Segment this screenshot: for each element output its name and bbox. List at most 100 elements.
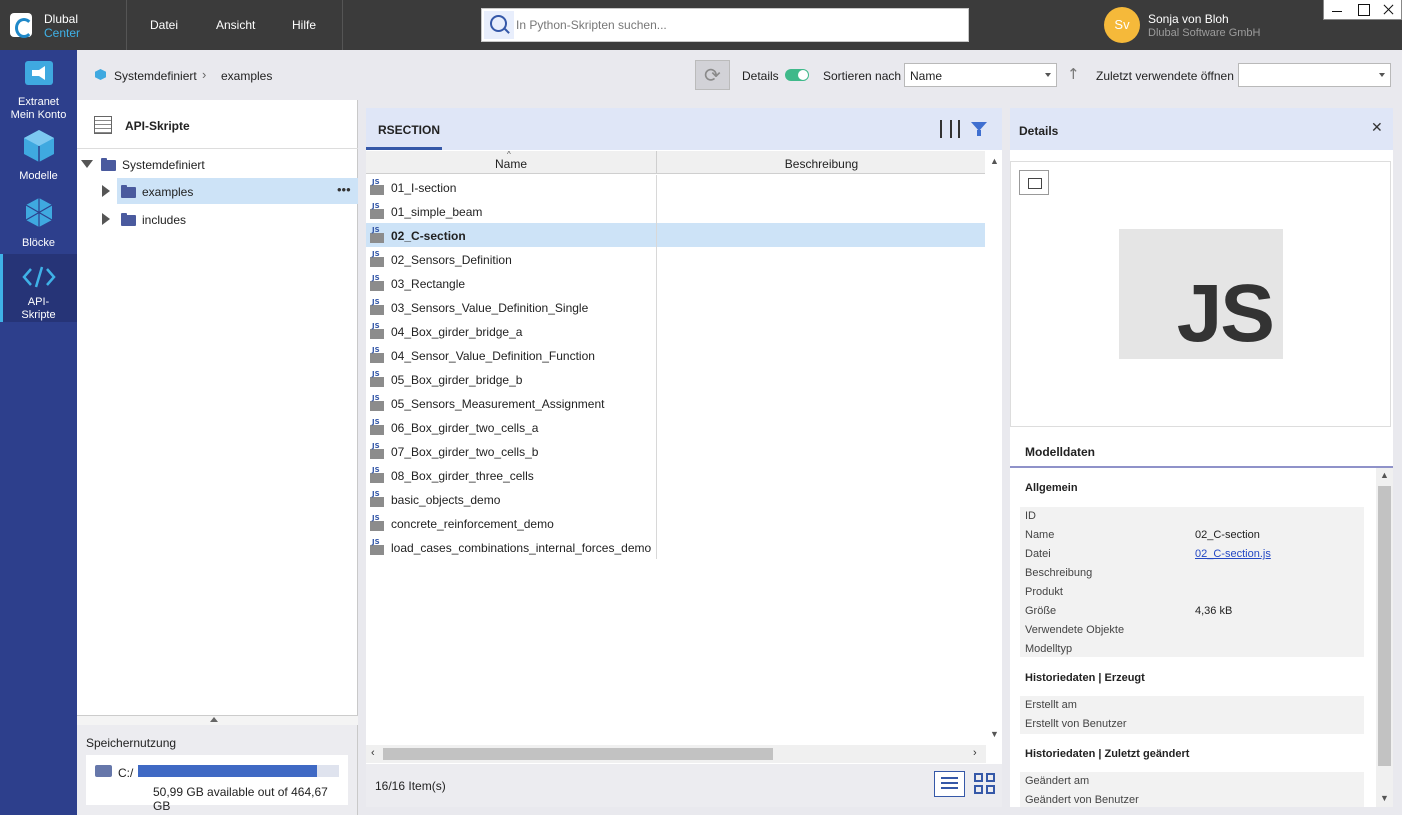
list-view-icon[interactable] <box>934 771 965 797</box>
property-key: Modelltyp <box>1025 643 1073 655</box>
list-item-description <box>656 439 657 463</box>
filter-icon[interactable] <box>971 122 987 136</box>
list-item[interactable]: JS 07_Box_girder_two_cells_b <box>366 439 985 463</box>
app-logo[interactable]: Dlubal Center <box>0 0 127 50</box>
storage-bar-fill <box>138 765 317 777</box>
grid-view-icon[interactable] <box>974 773 996 795</box>
list-item-label: 03_Sensors_Value_Definition_Single <box>391 301 589 315</box>
refresh-button[interactable] <box>695 60 730 90</box>
maximize-button[interactable] <box>1350 0 1376 19</box>
list-item[interactable]: JS 05_Box_girder_bridge_b <box>366 367 985 391</box>
code-icon <box>21 266 56 288</box>
collapse-up-icon[interactable] <box>210 717 218 722</box>
menu-hilfe[interactable]: Hilfe <box>292 18 316 32</box>
panel-splitter[interactable] <box>77 715 358 725</box>
search-input[interactable] <box>516 9 966 41</box>
vertical-scrollbar[interactable]: ▲ ▼ <box>986 151 1002 745</box>
chevron-down-icon <box>1379 73 1385 77</box>
scroll-up-icon[interactable]: ▲ <box>990 156 999 166</box>
horizontal-scrollbar[interactable]: ‹ › <box>366 745 986 763</box>
list-item[interactable]: JS 05_Sensors_Measurement_Assignment <box>366 391 985 415</box>
close-window-button[interactable] <box>1376 0 1402 19</box>
list-item[interactable]: JS 08_Box_girder_three_cells <box>366 463 985 487</box>
column-chooser-icon[interactable] <box>940 120 960 138</box>
expand-arrow-icon[interactable] <box>102 213 110 225</box>
list-item[interactable]: JS load_cases_combinations_internal_force… <box>366 535 985 559</box>
list-item-description <box>656 247 657 271</box>
property-key: Produkt <box>1025 586 1063 598</box>
column-header-name[interactable]: ^ Name <box>366 150 657 173</box>
recent-select[interactable] <box>1238 63 1391 87</box>
js-file-icon: JS <box>370 275 385 291</box>
expand-arrow-icon[interactable] <box>102 185 110 197</box>
more-options-icon[interactable]: ••• <box>337 182 351 197</box>
list-item[interactable]: JS 04_Box_girder_bridge_a <box>366 319 985 343</box>
menu-ansicht[interactable]: Ansicht <box>216 18 255 32</box>
property-key: Erstellt am <box>1025 699 1077 711</box>
nav-modelle[interactable]: Modelle <box>0 126 77 186</box>
list-item-description <box>656 535 657 559</box>
list-item[interactable]: JS 03_Sensors_Value_Definition_Single <box>366 295 985 319</box>
chevron-right-icon: › <box>202 67 207 82</box>
avatar[interactable]: Sv <box>1104 7 1140 43</box>
nav-extranet[interactable]: Extranet Mein Konto <box>0 56 77 121</box>
scroll-right-icon[interactable]: › <box>973 747 977 759</box>
list-item[interactable]: JS 02_C-section <box>366 223 985 247</box>
property-key: Geändert von Benutzer <box>1025 794 1139 806</box>
tree-node-examples[interactable]: examples ••• <box>117 178 358 204</box>
property-row: Verwendete Objekte <box>1025 621 1364 640</box>
expand-arrow-icon[interactable] <box>81 160 93 168</box>
property-key: Name <box>1025 529 1055 541</box>
section-allgemein: Allgemein <box>1025 482 1078 494</box>
details-scroll-thumb[interactable] <box>1378 486 1391 766</box>
scroll-down-icon[interactable]: ▼ <box>1380 793 1389 803</box>
scroll-left-icon[interactable]: ‹ <box>371 747 375 759</box>
list-item[interactable]: JS 01_I-section <box>366 175 985 199</box>
property-key: Beschreibung <box>1025 567 1093 579</box>
script-list-icon <box>94 116 112 134</box>
minimize-button[interactable] <box>1324 0 1350 19</box>
scroll-up-icon[interactable]: ▲ <box>1380 470 1389 480</box>
column-header-description[interactable]: Beschreibung <box>658 151 985 173</box>
sort-direction-arrow-up-icon[interactable]: ↑ <box>1067 65 1080 83</box>
menu-datei[interactable]: Datei <box>150 18 178 32</box>
close-icon[interactable]: ✕ <box>1371 120 1383 136</box>
tab-rsection[interactable]: RSECTION <box>366 108 442 150</box>
list-item[interactable]: JS 06_Box_girder_two_cells_a <box>366 415 985 439</box>
list-item-description <box>656 175 657 199</box>
list-item[interactable]: JS 03_Rectangle <box>366 271 985 295</box>
list-item-label: basic_objects_demo <box>391 493 501 507</box>
tree-node-systemdefiniert[interactable]: Systemdefiniert <box>77 151 358 177</box>
details-vertical-scrollbar[interactable]: ▲ ▼ <box>1376 468 1393 807</box>
list-item-label: load_cases_combinations_internal_forces_… <box>391 541 652 555</box>
sort-select[interactable]: Name <box>904 63 1057 87</box>
property-value: 02_C-section <box>1195 529 1260 541</box>
breadcrumb-current[interactable]: examples <box>221 69 272 83</box>
search-icon[interactable] <box>484 11 514 39</box>
list-item[interactable]: JS 04_Sensor_Value_Definition_Function <box>366 343 985 367</box>
js-file-icon: JS <box>370 539 385 555</box>
recent-label: Zuletzt verwendete öffnen <box>1096 69 1234 83</box>
details-toggle[interactable] <box>785 69 809 81</box>
list-item[interactable]: JS basic_objects_demo <box>366 487 985 511</box>
list-item-label: 06_Box_girder_two_cells_a <box>391 421 539 435</box>
tab-modelldaten[interactable]: Modelldaten <box>1010 438 1393 468</box>
scroll-down-icon[interactable]: ▼ <box>990 729 999 739</box>
list-item[interactable]: JS 01_simple_beam <box>366 199 985 223</box>
js-logo-text: JS <box>1176 268 1275 359</box>
nav-bloecke[interactable]: Blöcke <box>0 193 77 253</box>
image-icon[interactable] <box>1019 170 1049 195</box>
list-item[interactable]: JS concrete_reinforcement_demo <box>366 511 985 535</box>
file-link[interactable]: 02_C-section.js <box>1195 548 1271 560</box>
tree-node-includes[interactable]: includes <box>117 206 358 232</box>
nav-api-skripte[interactable]: API- Skripte <box>0 254 77 322</box>
horizontal-scroll-thumb[interactable] <box>383 748 773 760</box>
list-item[interactable]: JS 02_Sensors_Definition <box>366 247 985 271</box>
list-item-label: 01_I-section <box>391 181 457 195</box>
user-name: Sonja von Bloh <box>1148 12 1229 26</box>
main-menu: Datei Ansicht Hilfe <box>128 0 343 50</box>
breadcrumb-root[interactable]: Systemdefiniert <box>114 69 197 83</box>
list-item-label: 03_Rectangle <box>391 277 466 291</box>
property-row: Modelltyp <box>1025 640 1364 659</box>
list-item-description <box>656 343 657 367</box>
